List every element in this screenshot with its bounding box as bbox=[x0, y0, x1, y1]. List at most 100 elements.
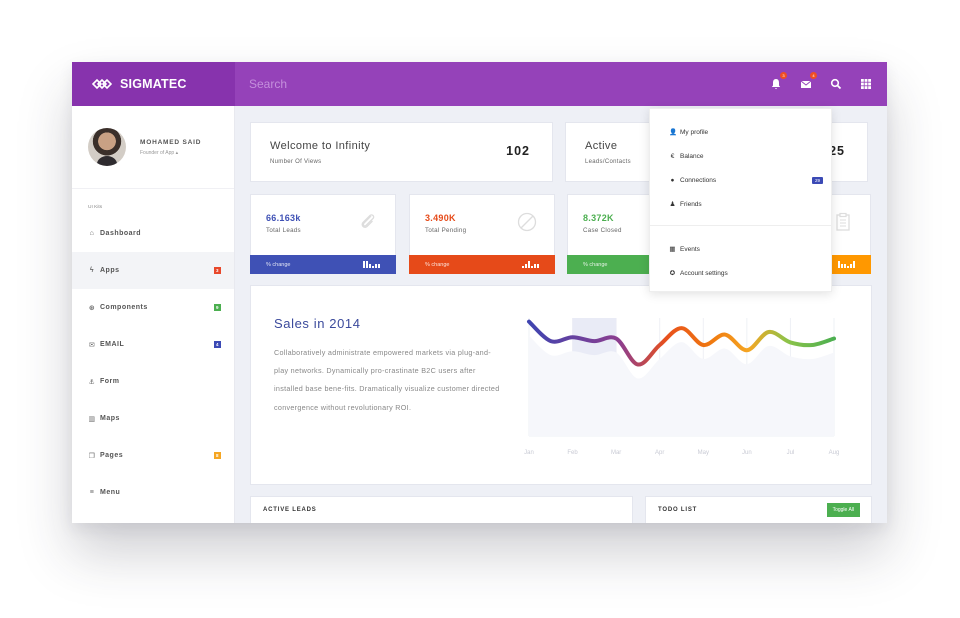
sidebar-item-apps[interactable]: ϟ Apps 3 bbox=[72, 252, 234, 289]
menu-icon: ≡ bbox=[89, 489, 95, 496]
sidebar-item-label: Form bbox=[100, 378, 120, 385]
welcome-subtitle: Number Of Views bbox=[270, 159, 322, 165]
top-icons: 3 4 bbox=[769, 62, 873, 106]
bar-chart-icon bbox=[522, 261, 539, 268]
support-icon: ⊛ bbox=[88, 304, 96, 312]
welcome-title: Welcome to Infinity bbox=[270, 140, 371, 152]
search-bar bbox=[235, 62, 535, 106]
search-input[interactable] bbox=[249, 77, 509, 91]
bolt-icon: ϟ bbox=[89, 267, 95, 274]
profile-role-dropdown[interactable]: Founder of App ▴ bbox=[140, 150, 201, 156]
section-label: UI Kits bbox=[88, 205, 103, 210]
sidebar-item-label: EMAIL bbox=[100, 341, 125, 348]
sidebar-item-components[interactable]: ⊛ Components 9 bbox=[72, 289, 234, 326]
x-tick-label: Jul bbox=[787, 450, 795, 456]
count-badge: 9 bbox=[214, 304, 221, 311]
brand-name: SIGMATEC bbox=[120, 77, 187, 91]
sidebar-nav: ⌂ Dashboard ϟ Apps 3 ⊛ Components 9 ✉ EMAIL 4 ⚓ Form… bbox=[72, 215, 234, 511]
stat-footer: % change bbox=[250, 255, 396, 274]
sales-line-chart: ^0.7% JanFebMarAprMayJunJulAug bbox=[524, 318, 840, 456]
menu-item-events[interactable]: ▦ Events bbox=[669, 243, 819, 255]
app-window: SIGMATEC 3 4 bbox=[72, 62, 887, 523]
stat-card-leads: 66.163k Total Leads % change bbox=[250, 194, 396, 274]
x-tick-label: Feb bbox=[567, 450, 578, 456]
menu-item-friends[interactable]: ♟ Friends bbox=[669, 198, 819, 210]
menu-item-label: Balance bbox=[680, 152, 704, 160]
user-profile[interactable]: MOHAMED SAID Founder of App ▴ bbox=[72, 106, 234, 189]
messages-badge: 4 bbox=[810, 72, 817, 79]
x-tick-label: Jun bbox=[742, 450, 752, 456]
stat-footer-label: % change bbox=[266, 261, 291, 268]
sidebar-item-maps[interactable]: ▥ Maps bbox=[72, 400, 234, 437]
menu-item-label: Account settings bbox=[680, 269, 728, 277]
active-leads-card: ACTIVE LEADS bbox=[250, 496, 633, 523]
toggle-all-button[interactable]: Toggle All bbox=[826, 503, 860, 517]
apps-grid-button[interactable] bbox=[859, 77, 873, 91]
sales-title: Sales in 2014 bbox=[274, 316, 361, 331]
sidebar-item-form[interactable]: ⚓ Form bbox=[72, 363, 234, 400]
sidebar-item-email[interactable]: ✉ EMAIL 4 bbox=[72, 326, 234, 363]
x-tick-label: Jan bbox=[524, 450, 534, 456]
globe-icon: ● bbox=[670, 176, 675, 184]
stat-footer-label: % change bbox=[583, 261, 608, 268]
menu-item-connections[interactable]: ● Connections 29 bbox=[669, 174, 823, 186]
todo-list-card: TODO LIST Toggle All bbox=[645, 496, 872, 523]
x-tick-label: Mar bbox=[611, 450, 621, 456]
count-badge: 8 bbox=[214, 452, 221, 459]
stat-card-pending: 3.490K Total Pending % change bbox=[409, 194, 555, 274]
x-tick-label: May bbox=[698, 450, 709, 456]
messages-button[interactable]: 4 bbox=[799, 72, 817, 91]
user-icon: 👤 bbox=[669, 129, 678, 136]
search-button[interactable] bbox=[829, 77, 843, 91]
notifications-button[interactable]: 3 bbox=[769, 72, 787, 91]
menu-item-balance[interactable]: € Balance bbox=[669, 150, 819, 162]
logo-icon bbox=[92, 78, 112, 90]
bell-icon bbox=[771, 79, 781, 90]
mail-icon bbox=[800, 80, 812, 88]
menu-item-label: Events bbox=[680, 245, 700, 253]
active-title: Active bbox=[585, 140, 618, 152]
menu-item-label: Friends bbox=[680, 200, 702, 208]
clipboard-icon bbox=[836, 212, 850, 231]
stat-footer: % change bbox=[409, 255, 555, 274]
sidebar-item-pages[interactable]: ❐ Pages 8 bbox=[72, 437, 234, 474]
profile-dropdown-menu: 👤 My profile € Balance ● Connections 29 ♟ Friend… bbox=[649, 108, 832, 292]
sidebar-item-menu[interactable]: ≡ Menu bbox=[72, 474, 234, 511]
sidebar-item-label: Menu bbox=[100, 489, 121, 496]
envelope-icon: ✉ bbox=[88, 341, 96, 349]
avatar[interactable] bbox=[88, 128, 126, 166]
sales-card: Sales in 2014 Collaboratively administra… bbox=[250, 285, 872, 485]
todo-list-title: TODO LIST bbox=[658, 507, 698, 513]
stat-label: Total Leads bbox=[266, 227, 301, 234]
stat-value: 3.490K bbox=[425, 213, 456, 223]
lifering-icon: ✪ bbox=[669, 270, 676, 277]
home-icon: ⌂ bbox=[89, 230, 95, 237]
brand[interactable]: SIGMATEC bbox=[72, 62, 235, 106]
sidebar: MOHAMED SAID Founder of App ▴ UI Kits ⌂ D… bbox=[72, 106, 235, 523]
profile-name: MOHAMED SAID bbox=[140, 138, 202, 146]
anchor-icon: ⚓ bbox=[88, 378, 96, 386]
grid-icon bbox=[861, 79, 871, 89]
menu-item-my-profile[interactable]: 👤 My profile bbox=[669, 126, 819, 138]
stat-label: Total Pending bbox=[425, 227, 467, 234]
sidebar-item-label: Components bbox=[100, 304, 148, 311]
sales-description: Collaboratively administrate empowered m… bbox=[274, 348, 500, 412]
menu-item-label: Connections bbox=[680, 176, 717, 184]
stat-label: Case Closed bbox=[583, 227, 622, 234]
bar-chart-icon bbox=[363, 261, 380, 268]
menu-item-label: My profile bbox=[680, 128, 709, 136]
map-icon: ▥ bbox=[88, 415, 96, 423]
active-subtitle: Leads/Contacts bbox=[585, 159, 631, 165]
menu-item-account-settings[interactable]: ✪ Account settings bbox=[669, 267, 819, 279]
views-count: 102 bbox=[506, 144, 530, 158]
person-icon: ♟ bbox=[669, 201, 676, 208]
welcome-card: Welcome to Infinity Number Of Views 102 bbox=[250, 122, 553, 182]
euro-icon: € bbox=[670, 152, 675, 160]
search-icon bbox=[830, 78, 842, 90]
pages-icon: ❐ bbox=[88, 452, 96, 460]
x-tick-label: Aug bbox=[829, 450, 840, 456]
block-icon bbox=[517, 212, 537, 232]
sidebar-item-dashboard[interactable]: ⌂ Dashboard bbox=[72, 215, 234, 252]
top-bar: SIGMATEC 3 4 bbox=[72, 62, 887, 106]
count-badge: 29 bbox=[811, 176, 823, 184]
